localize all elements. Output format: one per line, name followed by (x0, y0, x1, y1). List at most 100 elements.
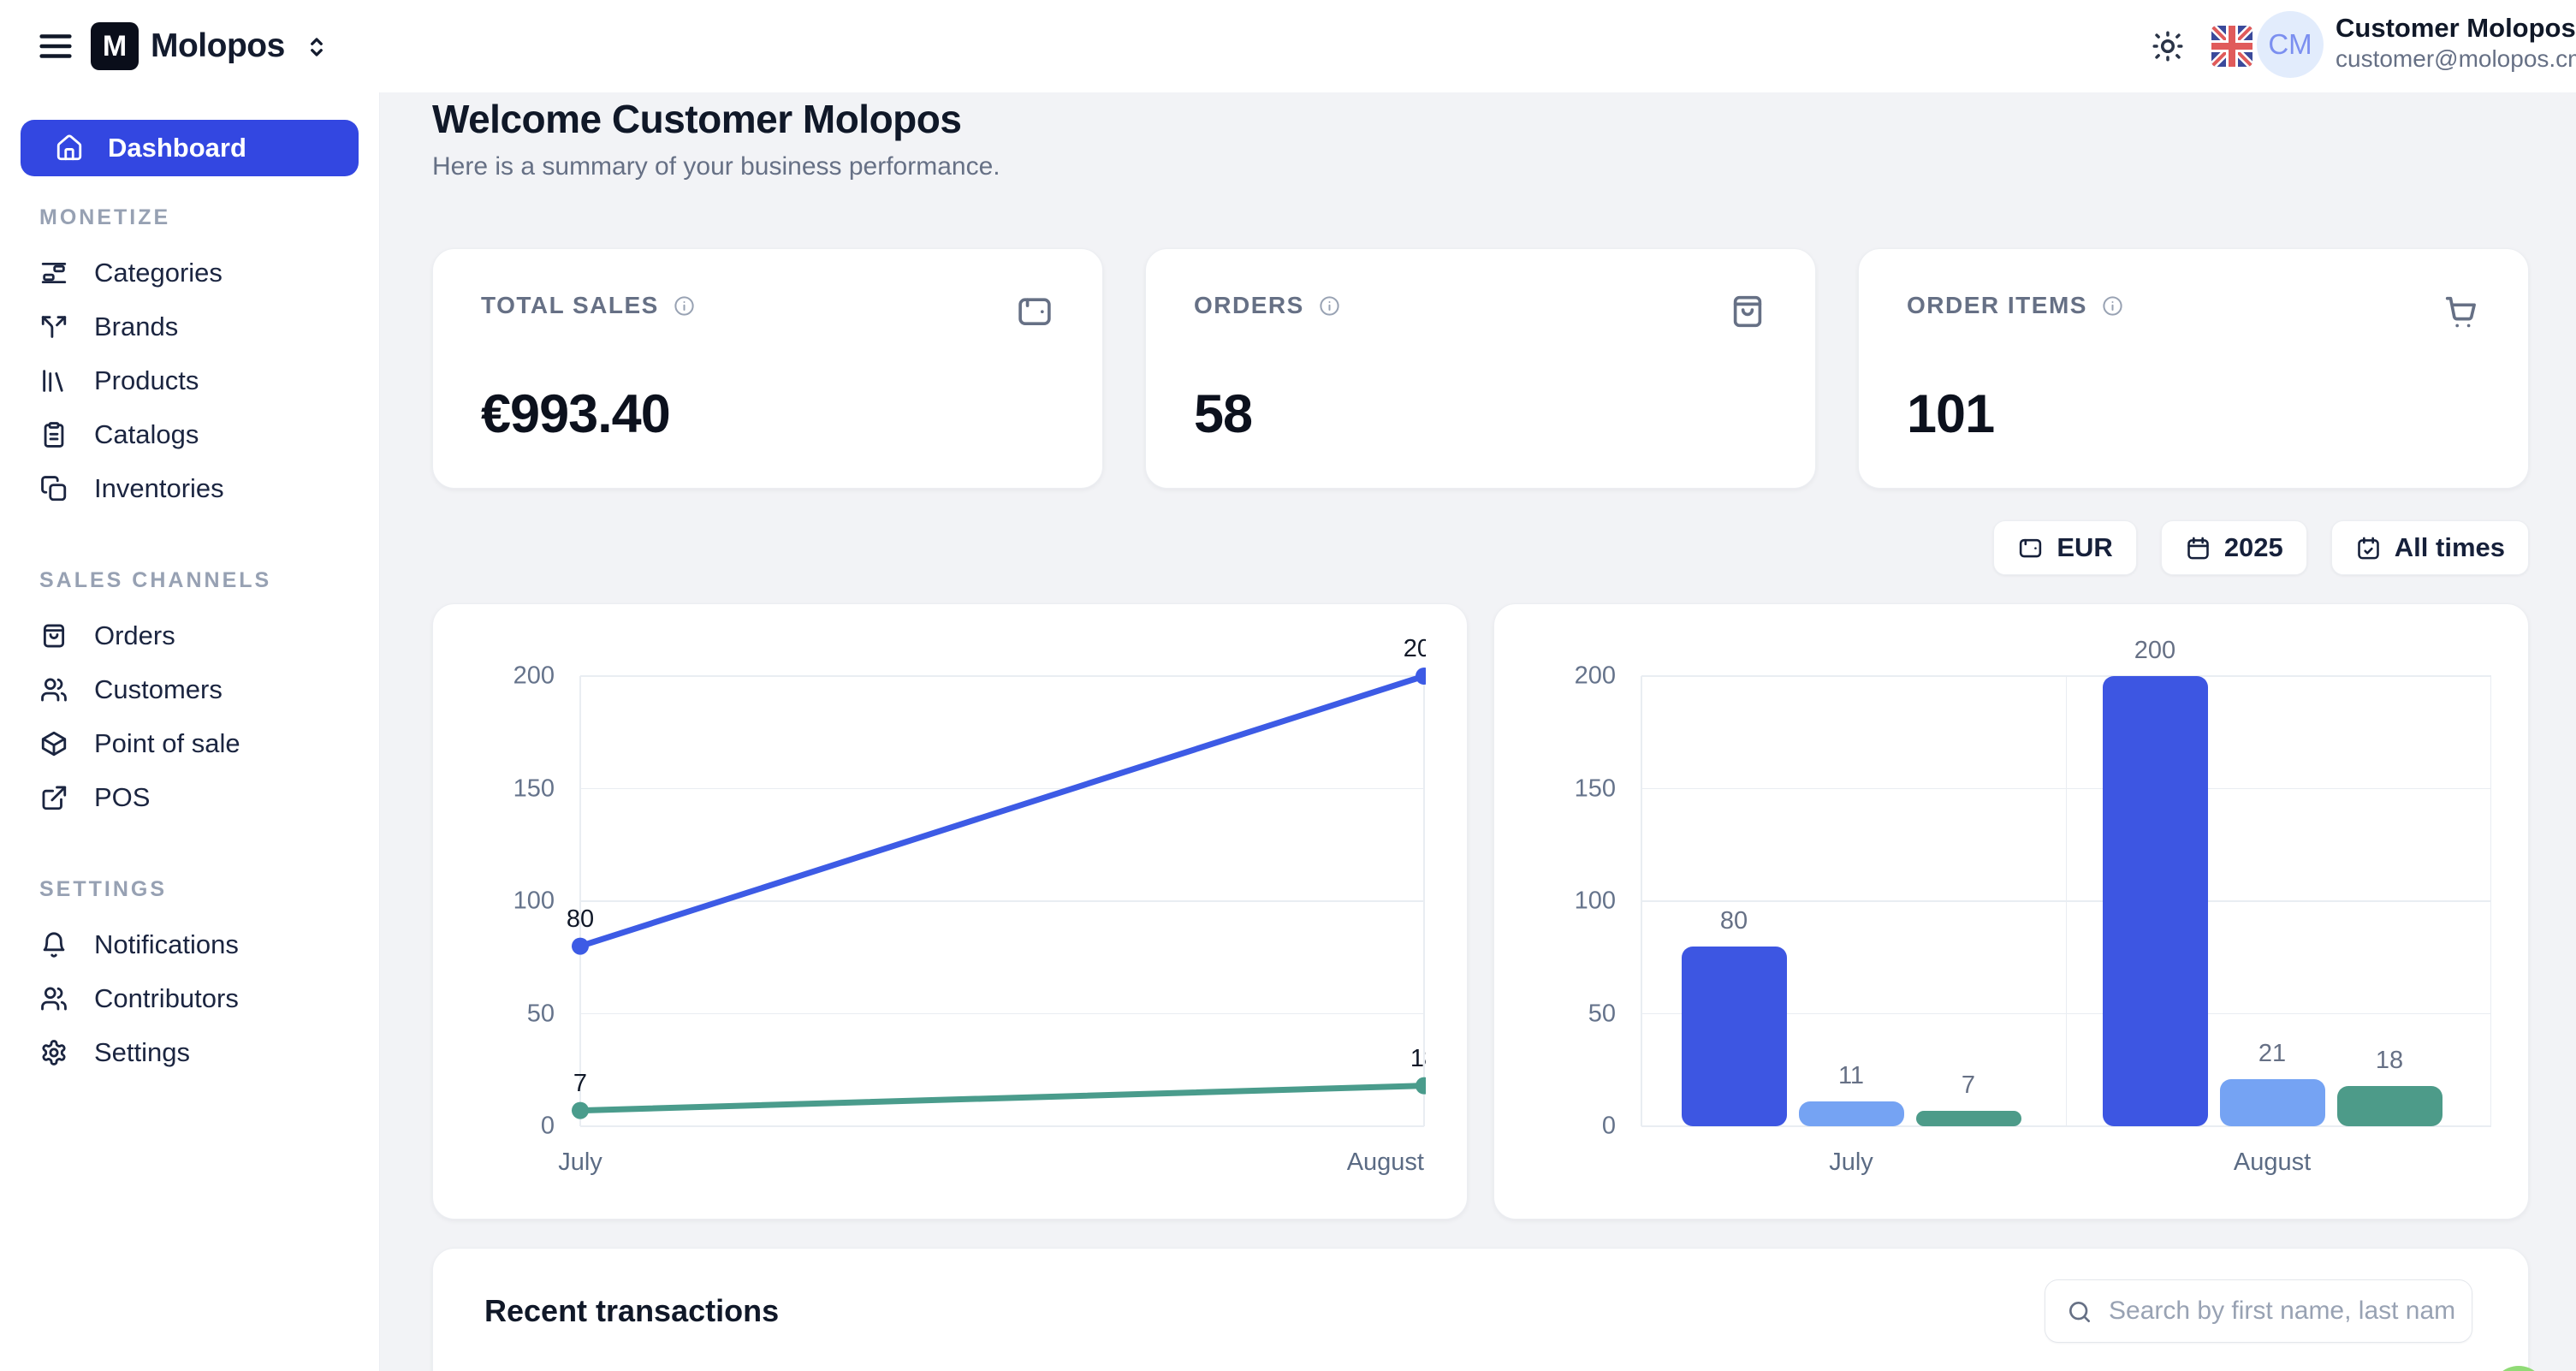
y-axis-tick: 50 (470, 1000, 555, 1028)
currency-filter-button[interactable]: EUR (1993, 520, 2136, 575)
bar-value-label: 80 (1720, 907, 1748, 935)
sidebar-item-label: Settings (94, 1037, 190, 1068)
currency-filter-label: EUR (2057, 532, 2112, 563)
brand-logo[interactable]: M (91, 22, 139, 70)
gridline (2490, 676, 2491, 1126)
stat-value-orders: 58 (1194, 383, 1767, 445)
sidebar-item-inventories[interactable]: Inventories (0, 461, 379, 515)
y-axis-tick: 50 (1546, 1000, 1616, 1028)
user-info[interactable]: Customer Molopos customer@molopos.cm (2336, 12, 2558, 74)
bar-value-label: 11 (1838, 1062, 1864, 1090)
filters-row: EUR 2025 All times (1993, 520, 2529, 575)
page-subtitle: Here is a summary of your business perfo… (432, 152, 1000, 181)
sidebar: Dashboard MONETIZE Categories Brands Produc… (0, 0, 380, 1371)
sidebar-item-products[interactable]: Products (0, 353, 379, 407)
sidebar-section-title: MONETIZE (0, 205, 379, 230)
brand-logo-letter: M (103, 30, 127, 63)
calendar-check-icon (2355, 535, 2382, 561)
sidebar-item-label: Products (94, 365, 199, 396)
year-filter-button[interactable]: 2025 (2161, 520, 2307, 575)
info-icon[interactable] (673, 294, 696, 318)
recent-transactions-card: Recent transactions (432, 1248, 2529, 1371)
calendar-icon (2185, 535, 2211, 561)
users-icon (39, 675, 68, 704)
sidebar-item-label: Brands (94, 312, 178, 342)
time-range-filter-button[interactable]: All times (2331, 520, 2529, 575)
user-name: Customer Molopos (2336, 12, 2558, 45)
stats-row: TOTAL SALES €993.40 ORDERS (432, 248, 2529, 489)
y-axis-tick: 200 (1546, 662, 1616, 691)
sidebar-item-settings[interactable]: Settings (0, 1025, 379, 1079)
app-root: Dashboard MONETIZE Categories Brands Produc… (0, 0, 2576, 1371)
line-chart-card: 05010015020080200718JulyAugust (432, 603, 1468, 1220)
sidebar-item-categories[interactable]: Categories (0, 246, 379, 300)
home-icon (55, 134, 84, 163)
stat-card-total-sales: TOTAL SALES €993.40 (432, 248, 1103, 489)
bar-tertiary-bars (1916, 1111, 2021, 1126)
shopping-cart-icon (2441, 292, 2480, 331)
chevrons-up-down-icon[interactable] (301, 32, 332, 62)
user-avatar[interactable]: CM (2257, 11, 2324, 78)
gear-icon (39, 1038, 68, 1067)
sidebar-item-orders[interactable]: Orders (0, 608, 379, 662)
avatar-initials: CM (2268, 28, 2312, 61)
clipboard-icon (39, 420, 68, 449)
sidebar-item-label: Dashboard (108, 133, 246, 163)
shopping-bag-icon (1728, 292, 1767, 331)
x-axis-label: August (2234, 1148, 2311, 1177)
y-axis-tick: 150 (1546, 775, 1616, 803)
gridline (2066, 676, 2068, 1126)
bar-chart: 05010015020080117July2002118August (1546, 630, 2491, 1186)
search-input[interactable] (2045, 1280, 2472, 1342)
sidebar-item-dashboard[interactable]: Dashboard (21, 120, 359, 176)
bar-value-label: 7 (1962, 1071, 1975, 1100)
page-title: Welcome Customer Molopos (432, 96, 961, 142)
stat-label: ORDERS (1194, 292, 1304, 319)
stat-label: ORDER ITEMS (1907, 292, 2087, 319)
theme-toggle-sun-icon[interactable] (2150, 28, 2186, 64)
sidebar-item-point-of-sale[interactable]: Point of sale (0, 716, 379, 770)
sidebar-item-label: Notifications (94, 929, 239, 960)
sidebar-item-label: Customers (94, 674, 223, 705)
sidebar-item-customers[interactable]: Customers (0, 662, 379, 716)
sidebar-item-pos[interactable]: POS (0, 770, 379, 824)
y-axis-tick: 100 (470, 887, 555, 916)
hamburger-menu-icon[interactable] (36, 27, 75, 66)
y-axis-tick: 150 (470, 775, 555, 803)
bar-secondary-bars (1799, 1101, 1904, 1126)
language-flag-uk-icon[interactable] (2211, 26, 2253, 67)
transactions-search (2045, 1279, 2472, 1343)
y-axis-tick: 0 (1546, 1113, 1616, 1141)
sidebar-item-label: Point of sale (94, 728, 240, 759)
sidebar-item-label: Contributors (94, 983, 239, 1014)
split-icon (39, 312, 68, 341)
package-icon (39, 729, 68, 758)
bar-tertiary-bars (2337, 1086, 2442, 1126)
bar-primary-bars (1682, 947, 1787, 1126)
wallet-icon (2017, 535, 2044, 561)
sidebar-item-label: POS (94, 782, 150, 813)
year-filter-label: 2025 (2224, 532, 2283, 563)
time-range-filter-label: All times (2395, 532, 2505, 563)
sidebar-item-catalogs[interactable]: Catalogs (0, 407, 379, 461)
bar-secondary-bars (2220, 1079, 2325, 1126)
topbar: M Molopos CM Customer Molopos customer@m… (0, 0, 2576, 92)
y-axis-tick: 100 (1546, 887, 1616, 916)
stat-card-order-items: ORDER ITEMS 101 (1858, 248, 2529, 489)
sidebar-item-label: Catalogs (94, 419, 199, 450)
users-icon (39, 984, 68, 1013)
bar-value-label: 21 (2258, 1040, 2286, 1068)
bar-chart-card: 05010015020080117July2002118August (1493, 603, 2529, 1220)
info-icon[interactable] (1318, 294, 1341, 318)
sidebar-item-label: Inventories (94, 473, 224, 504)
sidebar-item-brands[interactable]: Brands (0, 300, 379, 353)
stat-label: TOTAL SALES (481, 292, 659, 319)
recent-transactions-title: Recent transactions (484, 1293, 779, 1329)
info-icon[interactable] (2101, 294, 2124, 318)
stat-value-order-items: 101 (1907, 383, 2480, 445)
x-axis-label: July (558, 1148, 602, 1177)
sidebar-item-contributors[interactable]: Contributors (0, 971, 379, 1025)
copy-icon (39, 474, 68, 503)
sidebar-item-notifications[interactable]: Notifications (0, 917, 379, 971)
shopping-bag-icon (39, 621, 68, 650)
